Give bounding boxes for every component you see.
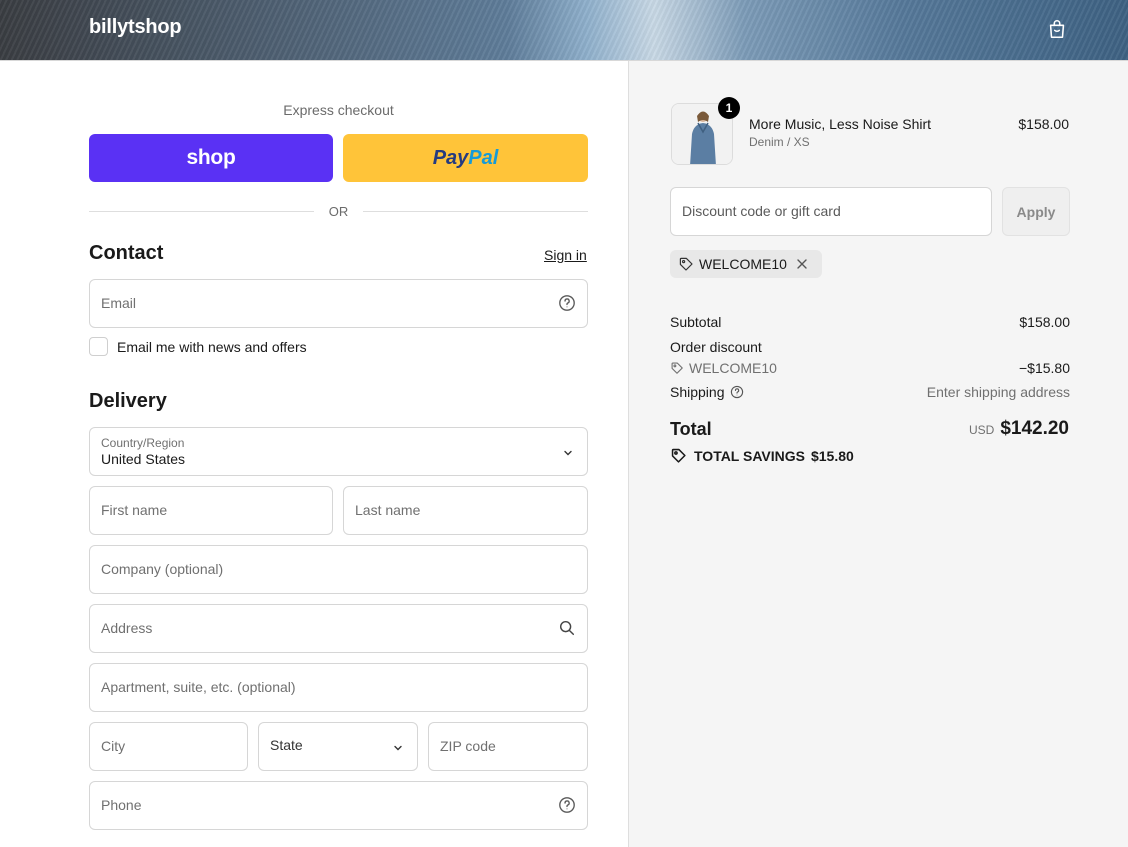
close-icon[interactable]: [795, 257, 809, 271]
product-variant: Denim / XS: [749, 135, 810, 149]
shipping-label: Shipping: [670, 384, 725, 400]
newsletter-checkbox-row[interactable]: Email me with news and offers: [89, 337, 307, 356]
zip-field[interactable]: ZIP code: [428, 722, 588, 771]
header-banner: billytshop: [0, 0, 1128, 61]
shopping-bag-icon[interactable]: [1046, 18, 1068, 40]
express-checkout-label: Express checkout: [283, 102, 394, 118]
shipping-value: Enter shipping address: [926, 384, 1070, 400]
quantity-badge: 1: [718, 97, 740, 119]
country-label: Country/Region: [101, 436, 185, 450]
shop-pay-label: shop: [186, 146, 236, 169]
shop-pay-button[interactable]: shop: [89, 134, 333, 182]
apartment-placeholder: Apartment, suite, etc. (optional): [101, 679, 296, 695]
savings-label: TOTAL SAVINGS: [694, 447, 805, 464]
store-logo[interactable]: billytshop: [89, 16, 182, 39]
discount-value: −$15.80: [1019, 360, 1070, 376]
apply-discount-button[interactable]: Apply: [1002, 187, 1070, 236]
discount-placeholder: Discount code or gift card: [682, 203, 841, 219]
tag-icon: [671, 448, 686, 463]
newsletter-checkbox[interactable]: [89, 337, 108, 356]
help-circle-icon[interactable]: [558, 796, 576, 814]
newsletter-label: Email me with news and offers: [117, 338, 307, 355]
email-field[interactable]: Email: [89, 279, 588, 328]
subtotal-label: Subtotal: [670, 314, 722, 330]
chevron-down-icon: [394, 745, 402, 751]
state-select[interactable]: State: [258, 722, 418, 771]
order-discount-label: Order discount: [670, 339, 762, 355]
delivery-heading: Delivery: [89, 390, 167, 412]
applied-discount-tag: WELCOME10: [670, 250, 822, 278]
savings-value: $15.80: [810, 447, 854, 464]
total-label: Total: [670, 419, 712, 439]
total-value-group: USD $142.20: [969, 418, 1069, 440]
order-summary: 1 More Music, Less Noise Shirt Denim / X…: [628, 61, 1128, 847]
total-savings: TOTAL SAVINGS $15.80: [670, 447, 854, 464]
discount-code-label: WELCOME10: [689, 360, 777, 376]
email-placeholder: Email: [101, 295, 137, 311]
discount-code-input[interactable]: Discount code or gift card: [670, 187, 992, 236]
subtotal-value: $158.00: [1019, 314, 1070, 330]
city-field[interactable]: City: [89, 722, 248, 771]
company-field[interactable]: Company (optional): [89, 545, 588, 594]
total-value: $142.20: [1000, 418, 1069, 439]
country-select[interactable]: Country/Region United States: [89, 427, 588, 476]
chevron-down-icon: [564, 450, 572, 456]
state-placeholder: State: [270, 737, 303, 753]
address-placeholder: Address: [101, 620, 153, 636]
paypal-button[interactable]: Pay Pal: [343, 134, 588, 182]
zip-placeholder: ZIP code: [440, 738, 496, 754]
apartment-field[interactable]: Apartment, suite, etc. (optional): [89, 663, 588, 712]
discount-code-row: WELCOME10 −$15.80: [670, 360, 1070, 378]
or-divider: OR: [89, 203, 588, 219]
help-circle-icon[interactable]: [730, 385, 744, 399]
sign-in-link[interactable]: Sign in: [544, 247, 587, 263]
order-discount-row: Order discount: [670, 339, 1070, 355]
product-name: More Music, Less Noise Shirt: [749, 116, 932, 132]
city-placeholder: City: [101, 738, 126, 754]
phone-field[interactable]: Phone: [89, 781, 588, 830]
last-name-placeholder: Last name: [355, 502, 421, 518]
currency-code: USD: [968, 423, 995, 437]
search-icon: [559, 620, 575, 636]
tag-icon: [679, 257, 693, 271]
contact-heading: Contact: [89, 242, 164, 264]
paypal-label-pay: Pay: [432, 146, 469, 169]
help-circle-icon[interactable]: [558, 294, 576, 312]
subtotal-row: Subtotal $158.00: [670, 314, 1070, 330]
first-name-field[interactable]: First name: [89, 486, 333, 535]
phone-placeholder: Phone: [101, 797, 142, 813]
country-value: United States: [101, 451, 186, 467]
product-price: $158.00: [1018, 116, 1069, 132]
last-name-field[interactable]: Last name: [343, 486, 588, 535]
checkout-form: Express checkout shop Pay Pal OR Contact …: [0, 61, 628, 847]
applied-code-text: WELCOME10: [699, 256, 787, 272]
first-name-placeholder: First name: [101, 502, 168, 518]
or-text: OR: [328, 203, 349, 219]
company-placeholder: Company (optional): [101, 561, 224, 577]
paypal-label-pal: Pal: [468, 146, 499, 169]
tag-icon: [671, 362, 683, 374]
shipping-row: Shipping Enter shipping address: [670, 384, 1070, 400]
address-field[interactable]: Address: [89, 604, 588, 653]
